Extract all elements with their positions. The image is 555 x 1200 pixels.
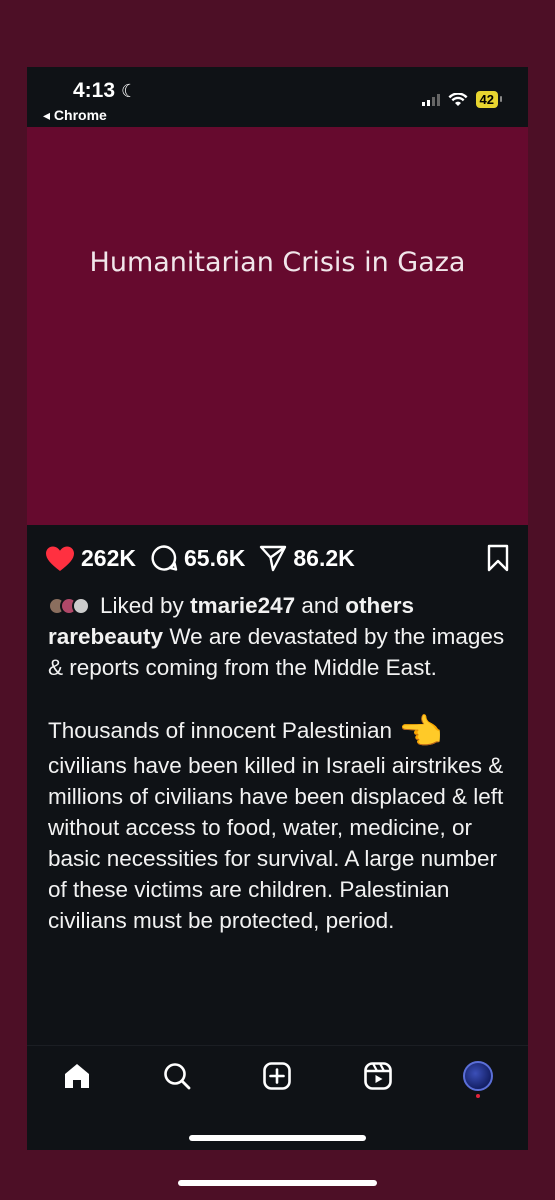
- share-button[interactable]: 86.2K: [259, 544, 355, 572]
- status-bar: 4:13 ☾ ◂ Chrome 42: [27, 67, 528, 127]
- like-button[interactable]: 262K: [45, 545, 136, 572]
- comment-count: 65.6K: [183, 544, 246, 571]
- signal-icon: [421, 93, 440, 106]
- caption-text-2-rest: civilians have been killed in Israeli ai…: [48, 753, 504, 933]
- liked-by-user[interactable]: tmarie247: [190, 590, 295, 621]
- post-caption: Liked by tmarie247 and others rarebeauty…: [48, 590, 513, 936]
- share-count: 86.2K: [293, 544, 355, 571]
- phone-screen: 4:13 ☾ ◂ Chrome 42 Humanitarian Crisis i…: [27, 67, 528, 1150]
- moon-icon: ☾: [121, 80, 138, 101]
- battery-indicator: 42: [475, 91, 503, 108]
- profile-avatar: [462, 1060, 493, 1091]
- wifi-icon: [448, 92, 468, 106]
- create-icon: [263, 1061, 292, 1090]
- bookmark-icon[interactable]: [486, 544, 510, 572]
- comment-button[interactable]: 65.6K: [150, 544, 245, 572]
- status-time: 4:13 ☾: [73, 79, 137, 103]
- pointing-hand-emoji: 👈: [398, 711, 444, 752]
- post-image[interactable]: Humanitarian Crisis in Gaza: [27, 127, 528, 525]
- caption-second-paragraph: Thousands of innocent Palestinian 👈 civi…: [48, 714, 513, 936]
- nav-search[interactable]: [157, 1056, 197, 1096]
- search-icon: [164, 1062, 191, 1089]
- liked-by-others[interactable]: others: [345, 590, 414, 621]
- liked-by-and: and: [301, 593, 339, 618]
- post-actions: 262K 65.6K 86.2K: [45, 542, 510, 574]
- liked-by-avatars: [48, 596, 90, 615]
- bottom-navigation: [27, 1045, 528, 1105]
- home-icon: [65, 1063, 90, 1088]
- home-indicator: [178, 1180, 377, 1186]
- post-image-title: Humanitarian Crisis in Gaza: [89, 247, 466, 278]
- notification-dot: [475, 1093, 480, 1098]
- reels-icon: [363, 1061, 392, 1090]
- liked-by-row[interactable]: Liked by tmarie247 and others: [48, 590, 513, 621]
- phone-home-indicator: [189, 1135, 366, 1141]
- time-text: 4:13: [73, 79, 116, 102]
- caption-first-paragraph: rarebeauty We are devastated by the imag…: [48, 621, 513, 683]
- heart-icon: [46, 546, 74, 571]
- caption-text-2: Thousands of innocent Palestinian: [48, 718, 392, 743]
- nav-profile[interactable]: [458, 1056, 498, 1098]
- status-indicators: 42: [421, 91, 503, 108]
- nav-create[interactable]: [257, 1056, 297, 1096]
- back-to-app-link[interactable]: ◂ Chrome: [43, 107, 107, 124]
- liked-by-prefix: Liked by: [100, 593, 184, 618]
- author-username[interactable]: rarebeauty: [48, 624, 163, 649]
- nav-home[interactable]: [57, 1056, 97, 1096]
- send-icon: [260, 545, 287, 572]
- comment-icon: [151, 545, 178, 571]
- nav-reels[interactable]: [358, 1056, 398, 1096]
- like-count: 262K: [81, 544, 136, 571]
